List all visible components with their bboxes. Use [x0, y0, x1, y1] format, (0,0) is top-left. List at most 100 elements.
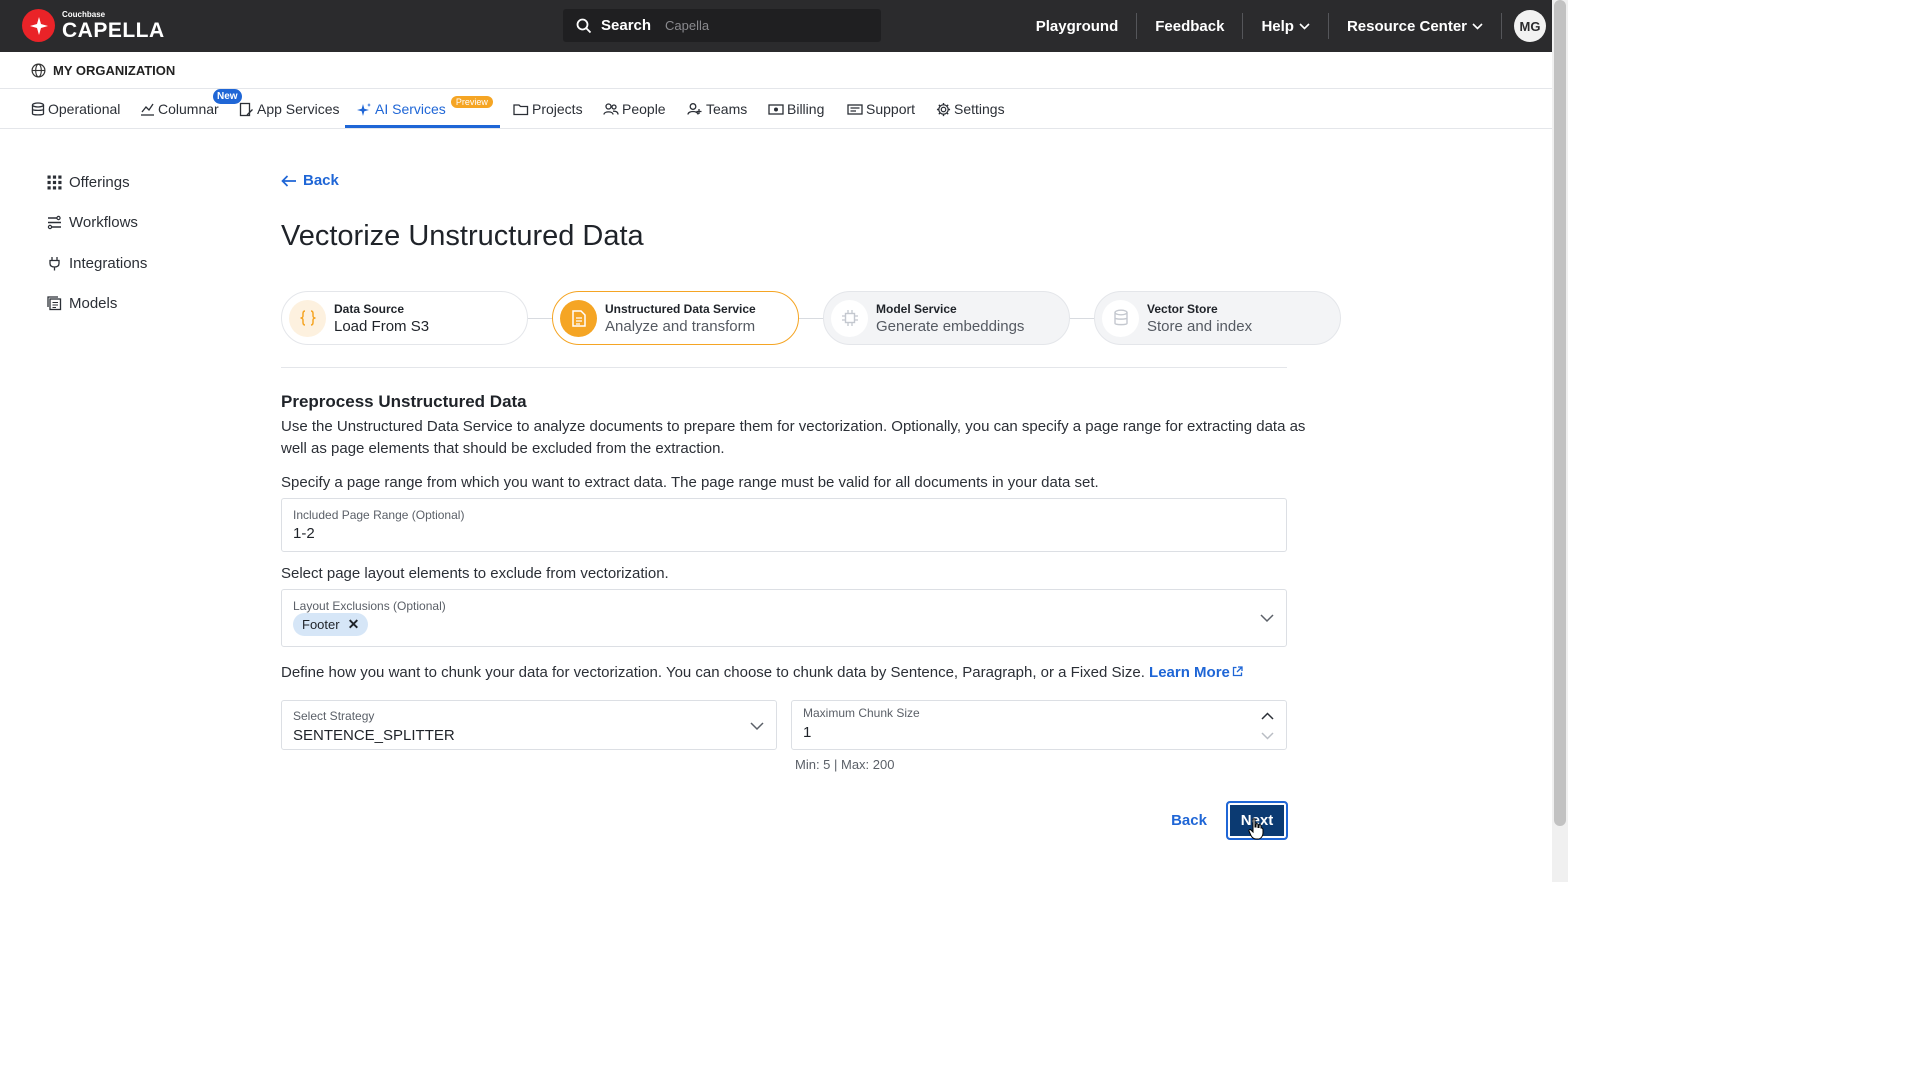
section-intro-line-1: Use the Unstructured Data Service to ana…	[281, 418, 1306, 435]
tab-columnar[interactable]: Columnar	[140, 89, 219, 129]
step-vector-store[interactable]: Vector Store Store and index	[1094, 291, 1341, 345]
tab-operational[interactable]: Operational	[31, 89, 120, 129]
tab-label: Teams	[706, 101, 748, 117]
footer-chip[interactable]: Footer ✕	[293, 613, 369, 636]
chevron-down-icon[interactable]	[750, 722, 764, 731]
database-icon	[1102, 299, 1139, 337]
step-title: Vector Store	[1147, 301, 1218, 316]
field-label: Included Page Range (Optional)	[293, 508, 465, 522]
step-subtitle: Load From S3	[334, 317, 430, 335]
page-range-field[interactable]: Included Page Range (Optional) 1-2	[281, 498, 1287, 552]
chevron-down-icon[interactable]	[1260, 614, 1274, 623]
new-badge: New	[213, 89, 242, 104]
step-subtitle: Generate embeddings	[876, 317, 1025, 335]
top-bar: Couchbase CAPELLA Search Capella Playgro…	[0, 0, 1552, 52]
strategy-select[interactable]: Select Strategy SENTENCE_SPLITTER	[281, 700, 777, 750]
code-braces-icon	[289, 299, 326, 337]
organization-name[interactable]: MY ORGANIZATION	[53, 63, 175, 78]
chunk-size-hint: Min: 5 | Max: 200	[795, 757, 895, 772]
learn-more-link[interactable]: Learn More	[1149, 664, 1243, 681]
playground-link[interactable]: Playground	[1018, 13, 1138, 39]
avatar[interactable]: MG	[1514, 10, 1546, 42]
tab-label: Columnar	[158, 101, 219, 117]
tab-support[interactable]: Support	[847, 89, 915, 129]
help-menu[interactable]: Help	[1243, 13, 1329, 39]
active-tab-indicator	[345, 125, 500, 128]
step-model-service[interactable]: Model Service Generate embeddings	[823, 291, 1070, 345]
folder-icon	[513, 104, 529, 116]
grid-icon	[47, 175, 62, 190]
step-connector	[528, 318, 553, 319]
tab-projects[interactable]: Projects	[513, 89, 583, 129]
sidebar-item-label: Offerings	[69, 174, 130, 191]
billing-icon	[768, 103, 784, 115]
step-title: Unstructured Data Service	[605, 301, 756, 316]
scrollbar-thumb[interactable]	[1554, 0, 1566, 826]
back-link-label: Back	[303, 172, 339, 189]
increment-icon[interactable]	[1261, 712, 1274, 720]
tab-label: Operational	[48, 101, 121, 117]
arrow-left-icon	[281, 174, 296, 187]
resource-center-menu[interactable]: Resource Center	[1329, 13, 1502, 39]
section-title: Preprocess Unstructured Data	[281, 392, 527, 411]
document-icon	[560, 299, 597, 337]
chunk-size-input[interactable]: 1	[803, 724, 811, 741]
tab-ai-services[interactable]: AI Services Preview	[357, 89, 493, 129]
gear-icon	[936, 102, 951, 116]
step-data-source[interactable]: Data Source Load From S3	[281, 291, 528, 345]
chunk-help: Define how you want to chunk your data f…	[281, 662, 1243, 684]
people-icon	[603, 103, 619, 115]
resource-center-label: Resource Center	[1346, 17, 1467, 35]
field-label: Layout Exclusions (Optional)	[293, 599, 446, 613]
tab-billing[interactable]: Billing	[768, 89, 824, 129]
tab-label: AI Services	[375, 101, 446, 117]
back-button[interactable]: Back	[1166, 807, 1212, 834]
step-subtitle: Analyze and transform	[605, 317, 756, 335]
back-link[interactable]: Back	[281, 172, 339, 189]
step-unstructured-data-service[interactable]: Unstructured Data Service Analyze and tr…	[552, 291, 799, 345]
models-icon	[47, 296, 62, 311]
remove-chip-icon[interactable]: ✕	[348, 616, 360, 633]
layout-exclusions-select[interactable]: Layout Exclusions (Optional) Footer ✕	[281, 589, 1287, 647]
tab-label: Projects	[532, 101, 583, 117]
sidebar-item-models[interactable]: Models	[47, 295, 117, 312]
sidebar-item-integrations[interactable]: Integrations	[47, 255, 147, 272]
chart-icon	[141, 103, 154, 116]
max-chunk-size-field[interactable]: Maximum Chunk Size 1	[791, 700, 1287, 750]
tab-label: People	[622, 101, 666, 117]
preview-badge: Preview	[450, 96, 493, 108]
chip-icon	[831, 299, 868, 337]
globe-icon	[31, 63, 46, 77]
step-connector	[1070, 318, 1095, 319]
step-connector	[799, 318, 824, 319]
decrement-icon[interactable]	[1261, 732, 1274, 740]
sidebar-item-workflows[interactable]: Workflows	[47, 214, 138, 231]
teams-icon	[687, 103, 702, 115]
chip-label: Footer	[302, 617, 340, 632]
organization-bar: MY ORGANIZATION	[0, 52, 1552, 89]
sidebar-item-offerings[interactable]: Offerings	[47, 174, 130, 191]
sidebar-item-label: Models	[69, 295, 118, 312]
tab-label: Support	[866, 101, 916, 117]
page-range-input[interactable]: 1-2	[293, 525, 315, 542]
layout-help: Select page layout elements to exclude f…	[281, 565, 669, 582]
field-label: Select Strategy	[293, 709, 375, 723]
search-input[interactable]: Search Capella	[563, 9, 881, 42]
feedback-link[interactable]: Feedback	[1137, 13, 1244, 39]
main-tabs: Operational Columnar New App Services AI…	[0, 89, 1552, 129]
tab-people[interactable]: People	[603, 89, 666, 129]
couchbase-logo-icon	[22, 9, 55, 42]
search-placeholder: Capella	[665, 18, 710, 33]
chunk-help-text: Define how you want to chunk your data f…	[281, 664, 1145, 681]
step-subtitle: Store and index	[1147, 317, 1253, 335]
capella-logo[interactable]: Couchbase CAPELLA	[22, 9, 165, 42]
divider	[281, 367, 1287, 368]
learn-more-label: Learn More	[1149, 664, 1230, 681]
app-services-icon	[239, 102, 253, 116]
tab-teams[interactable]: Teams	[687, 89, 747, 129]
tab-app-services[interactable]: App Services	[239, 89, 339, 129]
chevron-down-icon	[1472, 22, 1483, 30]
tab-label: Billing	[787, 101, 825, 117]
tab-settings[interactable]: Settings	[936, 89, 1005, 129]
step-title: Data Source	[334, 301, 405, 316]
